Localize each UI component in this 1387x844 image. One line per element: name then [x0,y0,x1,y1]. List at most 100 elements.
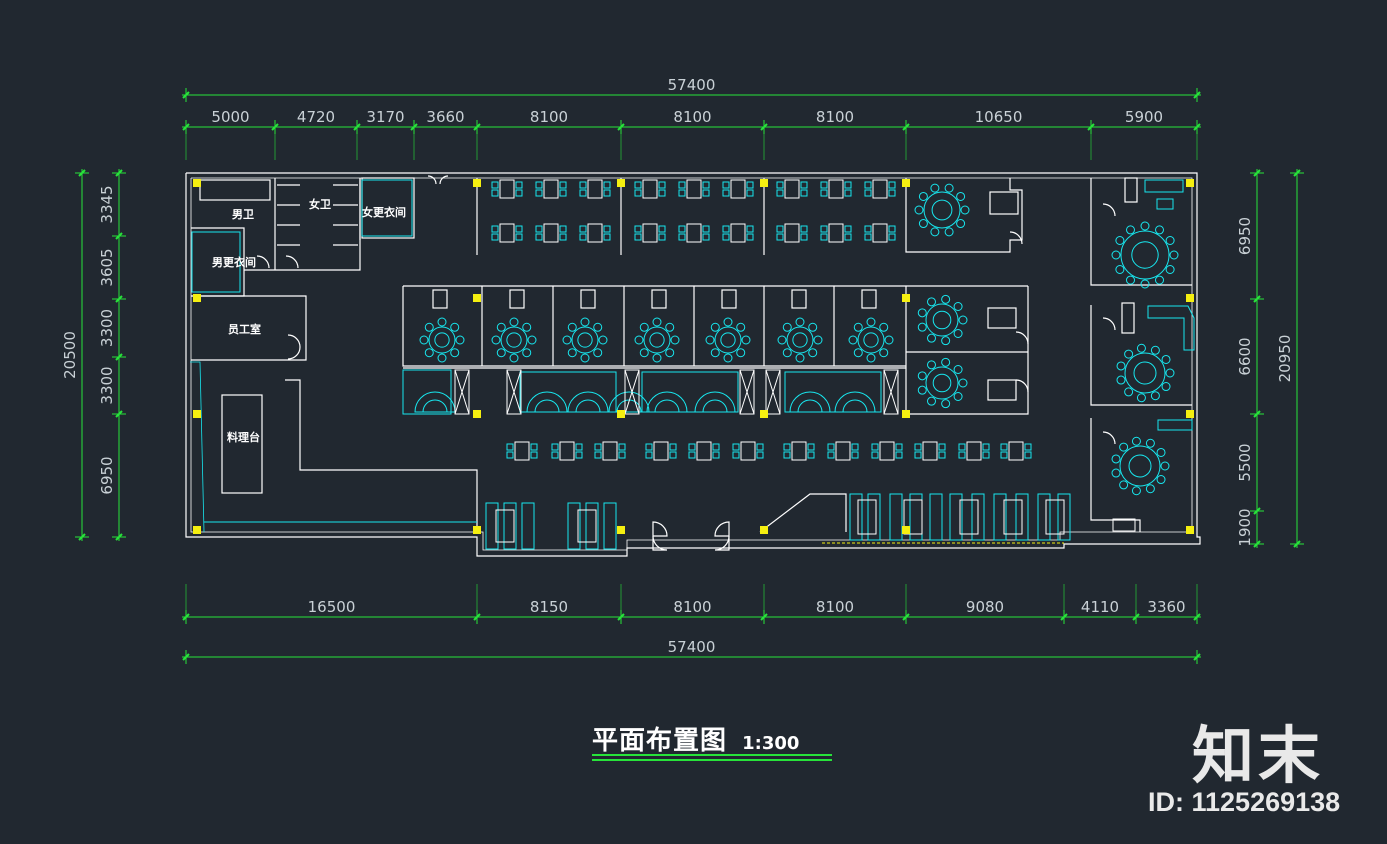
structural-column [193,526,201,534]
round-table-chair [1156,447,1166,457]
structural-column [617,526,625,534]
booth-table [654,399,680,413]
top-total-dimension-label: 57400 [668,76,716,94]
round-table-chair [437,353,447,363]
round-table-chair [1111,454,1121,464]
left-total-dimension-label: 20500 [61,331,79,379]
chair [732,451,740,459]
private-room-door [721,289,737,309]
structural-column [760,179,768,187]
round-table-chair [1155,275,1164,285]
round-table-chair [527,335,537,345]
basin [1112,518,1136,532]
bench-seat [929,493,943,541]
round-table-chair [598,335,608,345]
round-table-chair [1115,265,1125,274]
chair [712,451,720,459]
round-table-chair [639,348,649,358]
round-table-chair [723,353,733,363]
right-total-dimension-label: 20950 [1276,335,1294,383]
chair [559,233,567,241]
round-table-chair [941,399,951,409]
chair [958,443,966,451]
top-dimension-label: 4720 [297,108,335,126]
round-table-chair [782,348,792,358]
round-table-chair [1116,375,1126,385]
booth-sofa [646,391,688,413]
round-table-chair [777,335,787,345]
chair [634,233,642,241]
title-underline [592,754,832,756]
sofa [1157,419,1193,431]
dining-table [791,441,807,461]
chair [756,451,764,459]
chair [895,443,903,451]
round-table-chair [710,322,720,332]
door-swing [256,255,270,269]
booth-sofa [526,391,568,413]
round-table-chair [1165,236,1175,245]
chair [579,233,587,241]
round-table-chair [1116,361,1126,371]
round-table-chair [866,353,876,363]
door-swing [285,255,299,269]
chair [634,181,642,189]
round-table-chair [941,294,951,304]
chair [756,443,764,451]
vip-round-table-lazy-susan [932,310,952,330]
asset-id-label: ID: 1125269138 [1148,787,1341,817]
vip-room-wall [905,178,1023,253]
round-table-chair [1165,265,1175,274]
round-table-chair [941,357,951,367]
round-table-chair [639,322,649,332]
urinal-counter [199,179,271,201]
chair [559,189,567,197]
bench-seat [889,493,903,541]
cabinet-cross [454,369,470,415]
round-table-chair [1124,349,1134,359]
chair [535,233,543,241]
outer-wall [185,172,1201,557]
round-table-chair [1169,250,1179,260]
top-dimension-label: 3660 [426,108,464,126]
top-dimension-label: 8100 [673,108,711,126]
booth-enclosure [519,371,617,413]
left-dimension-label: 3345 [98,185,116,223]
dining-table [740,441,756,461]
round-table-chair [917,385,927,395]
dining-table [559,441,575,461]
vip-round-table-lazy-susan [1128,454,1152,478]
chair [678,189,686,197]
right-dimension-label: 5500 [1236,443,1254,481]
structural-column [902,526,910,534]
dining-table [587,223,603,243]
round-table-chair [1131,486,1141,496]
right-dimension-label: 1900 [1236,508,1254,546]
round-table-chair [1156,475,1166,485]
right-vip-door [1124,177,1138,203]
round-table-chair [956,191,966,201]
structural-column [902,410,910,418]
round-table-chair [914,205,924,215]
chair [776,233,784,241]
dining-table [784,223,800,243]
chair [1000,451,1008,459]
chair [938,443,946,451]
round-table-chair [1115,236,1125,245]
chair [618,451,626,459]
private-room-door [432,289,448,309]
round-table-chair [509,353,519,363]
dining-table [872,223,888,243]
room-labels: 男卫 女卫 女更衣间 男更衣间 员工室 料理台 [212,197,406,444]
dining-table [966,441,982,461]
structural-column [473,410,481,418]
chair [722,233,730,241]
round-table-chair [927,360,936,370]
vip-room-closet [989,191,1019,215]
round-table-chair [496,348,506,358]
dining-table [499,223,515,243]
room-label-staff-room: 员工室 [228,322,261,336]
round-table-chair [522,322,532,332]
chair [506,443,514,451]
round-table-lazy-susan [506,332,522,348]
